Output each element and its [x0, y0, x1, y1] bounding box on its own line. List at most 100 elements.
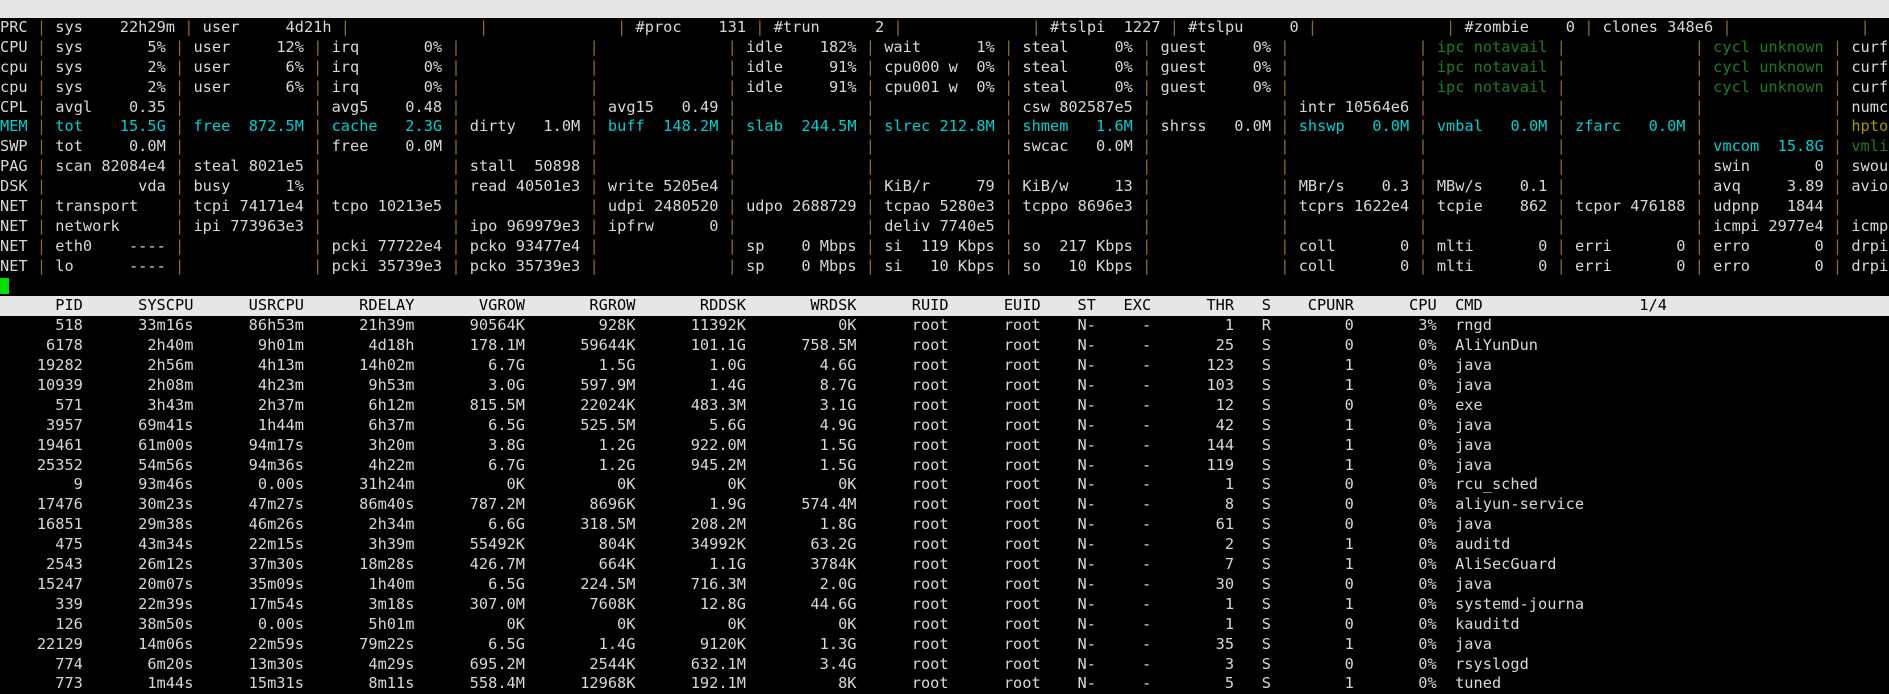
column-separator: |: [1685, 157, 1714, 176]
table-row[interactable]: 2543 26m12s 37m30s 18m28s 426.7M 664K 1.…: [0, 555, 1889, 575]
sys-metric: icmpo 0: [1851, 216, 1889, 235]
table-row[interactable]: 571 3h43m 2h37m 6h12m 815.5M 22024K 483.…: [0, 396, 1889, 416]
sys-metric: [1437, 98, 1548, 116]
sys-row-label: DSK: [0, 177, 28, 196]
column-separator: |: [1271, 137, 1299, 156]
sys-metric: [1161, 257, 1272, 275]
column-separator: |: [303, 117, 332, 136]
sys-metric: [1575, 157, 1686, 175]
column-separator: |: [1547, 117, 1575, 136]
column-separator: |: [1298, 18, 1327, 36]
sys-metric: so 10 Kbps: [1022, 256, 1133, 275]
column-separator: |: [1685, 97, 1714, 116]
column-separator: |: [1271, 236, 1299, 255]
column-separator: |: [1132, 216, 1161, 235]
column-separator: |: [994, 157, 1023, 176]
table-row[interactable]: 17476 30m23s 47m27s 86m40s 787.2M 8696K …: [0, 495, 1889, 515]
sys-metric: network: [55, 216, 166, 235]
sys-metric: sp 0 Mbps: [746, 236, 857, 255]
column-separator: |: [1547, 97, 1575, 116]
column-separator: |: [580, 197, 608, 216]
table-row[interactable]: 774 6m20s 13m30s 4m29s 695.2M 2544K 632.…: [0, 655, 1889, 675]
sys-metric: [1161, 177, 1272, 195]
sys-metric: shswp 0.0M: [1298, 117, 1410, 136]
sys-metric: #tslpi 1227: [1050, 18, 1161, 36]
sys-metric: clones 348e6: [1602, 18, 1714, 36]
column-separator: |: [27, 197, 56, 216]
sys-row-pag-7: PAG | scan 82084e4 | steal 8021e5 | | st…: [0, 157, 1889, 177]
sys-row-swp-6: SWP | tot 0.0M | | free 0.0M | | | | | s…: [0, 137, 1889, 157]
column-separator: |: [1685, 216, 1714, 235]
column-separator: |: [1547, 216, 1575, 235]
table-row[interactable]: 518 33m16s 86h53m 21h39m 90564K 928K 113…: [0, 316, 1889, 336]
column-separator: |: [580, 37, 608, 56]
column-separator: |: [442, 117, 470, 136]
column-separator: |: [718, 137, 747, 156]
sys-metric: busy 1%: [193, 177, 304, 196]
column-separator: |: [303, 216, 332, 235]
column-separator: |: [994, 236, 1023, 255]
sys-metric: [1575, 217, 1686, 235]
sys-metric: icmpi 2977e4: [1713, 216, 1824, 235]
column-separator: |: [1132, 236, 1161, 255]
sys-metric: avg5 0.48: [331, 97, 443, 116]
table-row[interactable]: 339 22m39s 17m54s 3m18s 307.0M 7608K 12.…: [0, 595, 1889, 615]
column-separator: |: [1409, 137, 1437, 156]
sys-row-label: cpu: [0, 77, 28, 96]
column-separator: |: [1132, 137, 1161, 156]
sys-metric: curf 2.49GHz: [1851, 57, 1889, 76]
sys-metric: steal 8021e5: [193, 157, 304, 176]
table-row[interactable]: 16851 29m38s 46m26s 2h34m 6.6G 318.5M 20…: [0, 515, 1889, 535]
sys-metric: coll 0: [1298, 256, 1410, 275]
column-separator: |: [1685, 117, 1714, 136]
column-separator: |: [1823, 157, 1852, 176]
sys-metric: eth0 ----: [55, 236, 166, 255]
column-separator: |: [27, 256, 56, 275]
column-separator: |: [856, 97, 885, 116]
column-separator: |: [1409, 157, 1437, 176]
sys-metric: [1161, 157, 1272, 175]
column-separator: |: [1409, 197, 1437, 216]
sys-metric: [1575, 38, 1686, 56]
table-row[interactable]: 10939 2h08m 4h23m 9h53m 3.0G 597.9M 1.4G…: [0, 376, 1889, 396]
sys-metric: [1022, 217, 1133, 235]
sys-metric: [497, 18, 608, 36]
sys-row-cpu-2: cpu | sys 2% | user 6% | irq 0% | | | id…: [0, 58, 1889, 78]
column-separator: |: [994, 77, 1023, 96]
table-row[interactable]: 19461 61m00s 94m17s 3h20m 3.8G 1.2G 922.…: [0, 436, 1889, 456]
column-separator: |: [303, 57, 332, 76]
column-separator: |: [442, 137, 470, 156]
table-row[interactable]: 15247 20m07s 35m09s 1h40m 6.5G 224.5M 71…: [0, 575, 1889, 595]
table-row[interactable]: 9 93m46s 0.00s 31h24m 0K 0K 0K 0K root r…: [0, 475, 1889, 495]
column-separator: |: [165, 97, 194, 116]
sys-row-label: NET: [0, 236, 28, 255]
column-separator: |: [580, 97, 608, 116]
column-separator: |: [580, 57, 608, 76]
column-separator: |: [1409, 236, 1437, 255]
table-row[interactable]: 773 1m44s 15m31s 8m11s 558.4M 12968K 192…: [0, 674, 1889, 694]
sys-metric: hptot 0.0M: [1851, 117, 1889, 136]
table-row[interactable]: 475 43m34s 22m15s 3h39m 55492K 804K 3499…: [0, 535, 1889, 555]
column-separator: |: [856, 236, 885, 255]
table-row[interactable]: 25352 54m56s 94m36s 4h22m 6.7G 1.2G 945.…: [0, 456, 1889, 476]
sys-metric: guest 0%: [1160, 57, 1272, 76]
sys-metric: cycl unknown: [1713, 57, 1824, 76]
column-separator: |: [1685, 197, 1714, 216]
sys-metric: [746, 157, 857, 175]
table-row[interactable]: 6178 2h40m 9h01m 4d18h 178.1M 59644K 101…: [0, 336, 1889, 356]
column-separator: |: [165, 77, 194, 96]
sys-metric: #proc 131: [635, 18, 747, 36]
sys-metric: [1575, 137, 1686, 155]
column-separator: |: [165, 157, 194, 176]
table-row[interactable]: 22129 14m06s 22m59s 79m22s 6.5G 1.4G 912…: [0, 635, 1889, 655]
column-separator: |: [580, 157, 608, 176]
sys-metric: avgl 0.35: [55, 97, 166, 116]
process-header-text: PID SYSCPU USRCPU RDELAY VGROW RGROW RDD…: [0, 296, 1667, 315]
table-row[interactable]: 19282 2h56m 4h13m 14h02m 6.7G 1.5G 1.0G …: [0, 356, 1889, 376]
table-row[interactable]: 126 38m50s 0.00s 5h01m 0K 0K 0K 0K root …: [0, 615, 1889, 635]
column-separator: |: [1685, 236, 1714, 255]
column-separator: |: [1271, 256, 1299, 275]
table-row[interactable]: 3957 69m41s 1h44m 6h37m 6.5G 525.5M 5.6G…: [0, 416, 1889, 436]
sys-metric: drpi 0: [1851, 236, 1889, 255]
process-table-body: 518 33m16s 86h53m 21h39m 90564K 928K 113…: [0, 316, 1889, 694]
